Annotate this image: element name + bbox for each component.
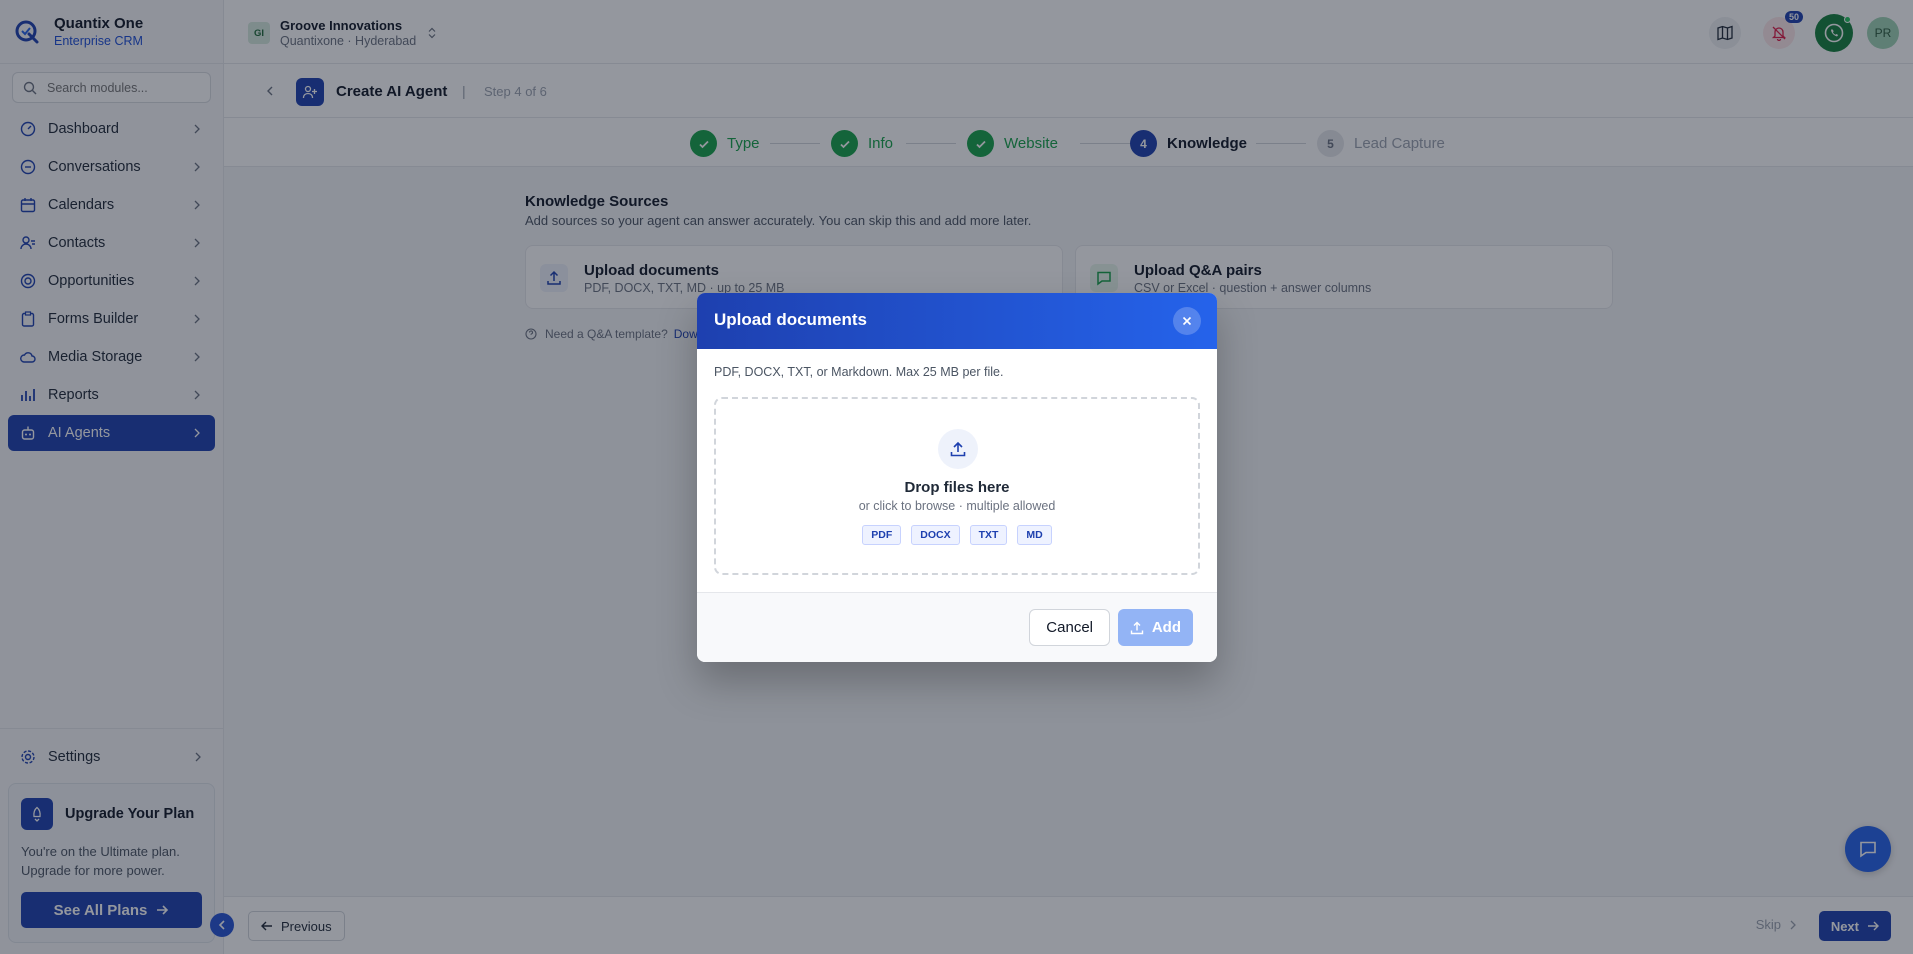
dropzone-title: Drop files here — [904, 479, 1010, 496]
add-button[interactable]: Add — [1117, 609, 1193, 646]
file-dropzone[interactable]: Drop files here or click to browse · mul… — [714, 397, 1200, 575]
cancel-button[interactable]: Cancel — [1029, 609, 1110, 646]
file-type-chip: PDF — [862, 525, 902, 545]
file-type-chip: TXT — [969, 525, 1008, 545]
modal-title: Upload documents — [714, 310, 868, 329]
modal-description: PDF, DOCX, TXT, or Markdown. Max 25 MB p… — [714, 365, 1004, 379]
file-type-chips: PDF DOCX TXT MD — [716, 525, 1198, 545]
modal-footer: Cancel Add — [697, 592, 1217, 662]
modal-close-button[interactable] — [1173, 307, 1201, 335]
close-icon — [1182, 316, 1192, 326]
add-label: Add — [1151, 619, 1181, 636]
upload-documents-modal: Upload documents PDF, DOCX, TXT, or Mark… — [697, 293, 1217, 662]
modal-header: Upload documents — [697, 293, 1217, 349]
file-type-chip: DOCX — [911, 525, 960, 545]
dropzone-subtitle: or click to browse · multiple allowed — [858, 499, 1056, 513]
upload-icon — [938, 429, 978, 469]
upload-icon — [1130, 621, 1144, 634]
file-type-chip: MD — [1017, 525, 1052, 545]
